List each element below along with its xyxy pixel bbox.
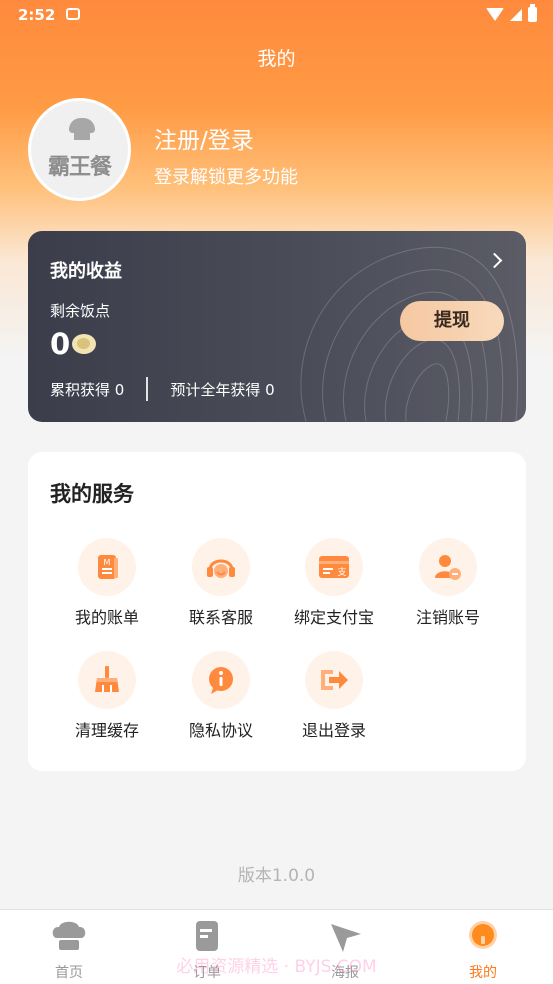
total-earned: 累积获得 0: [50, 380, 125, 399]
earnings-title: 我的收益: [50, 261, 122, 282]
coin-icon: [72, 334, 96, 354]
alipay-card-icon: 支: [305, 538, 363, 596]
service-label: 清理缓存: [74, 721, 139, 740]
tab-label: 首页: [55, 965, 83, 981]
status-bar: 2:52: [0, 0, 553, 32]
wifi-icon: [486, 8, 504, 21]
info-bubble-icon: [192, 651, 250, 709]
status-time: 2:52: [18, 6, 56, 24]
tab-orders[interactable]: 订单: [138, 910, 276, 984]
svg-text:M: M: [104, 558, 111, 567]
earnings-summary: 累积获得 0 预计全年获得 0: [50, 377, 275, 401]
service-label: 退出登录: [301, 721, 366, 740]
service-clear-cache[interactable]: 清理缓存: [50, 651, 164, 741]
service-my-bill[interactable]: M 我的账单: [50, 538, 164, 628]
withdraw-button[interactable]: 提现: [400, 301, 504, 341]
tab-label: 订单: [193, 965, 221, 981]
avatar[interactable]: 霸王餐: [28, 98, 131, 201]
service-contact-support[interactable]: 联系客服: [164, 538, 278, 628]
tab-label: 海报: [331, 965, 359, 981]
tab-label: 我的: [469, 965, 497, 981]
services-card: 我的服务 M 我的账单 联系客服 支 绑定支付宝 注销账号 清理缓存 隐私协议 …: [28, 452, 526, 771]
service-label: 联系客服: [188, 608, 253, 627]
logout-icon: [305, 651, 363, 709]
notification-icon: [66, 8, 80, 20]
bottom-tab-bar: 首页 订单 海报 我的: [0, 909, 553, 984]
services-title: 我的服务: [50, 482, 134, 506]
service-label: 我的账单: [74, 608, 139, 627]
avatar-logo-text: 霸王餐: [47, 155, 112, 180]
headset-icon: [192, 538, 250, 596]
service-label: 隐私协议: [188, 721, 253, 740]
service-delete-account[interactable]: 注销账号: [391, 538, 505, 628]
status-icons: [486, 4, 537, 22]
balance-label: 剩余饭点: [50, 302, 111, 320]
yearly-estimate: 预计全年获得 0: [170, 380, 275, 399]
balance-value: 0: [50, 327, 71, 361]
order-doc-icon: [196, 921, 218, 951]
service-label: 注销账号: [415, 608, 480, 627]
chef-hat-icon: [69, 118, 95, 140]
service-logout[interactable]: 退出登录: [277, 651, 391, 741]
bill-icon: M: [78, 538, 136, 596]
page-title: 我的: [257, 48, 296, 70]
svg-text:支: 支: [337, 566, 346, 578]
service-bind-alipay[interactable]: 支 绑定支付宝: [277, 538, 391, 628]
broom-icon: [78, 651, 136, 709]
battery-icon: [528, 4, 537, 22]
tab-poster[interactable]: 海报: [276, 910, 414, 984]
send-arrow-icon: [331, 924, 361, 952]
divider: [146, 377, 149, 401]
earnings-card[interactable]: 我的收益 剩余饭点 0 提现 累积获得 0 预计全年获得 0: [28, 231, 526, 422]
tab-home[interactable]: 首页: [0, 910, 138, 984]
tab-mine[interactable]: 我的: [414, 910, 552, 984]
signal-icon: [510, 8, 522, 21]
bulb-icon: [469, 921, 497, 949]
chef-hat-icon: [52, 921, 86, 950]
user-remove-icon: [419, 538, 477, 596]
service-privacy-policy[interactable]: 隐私协议: [164, 651, 278, 741]
version-text: 版本1.0.0: [237, 866, 316, 886]
login-subtitle: 登录解锁更多功能: [154, 167, 298, 188]
login-link[interactable]: 注册/登录: [154, 121, 254, 155]
service-label: 绑定支付宝: [293, 608, 374, 627]
